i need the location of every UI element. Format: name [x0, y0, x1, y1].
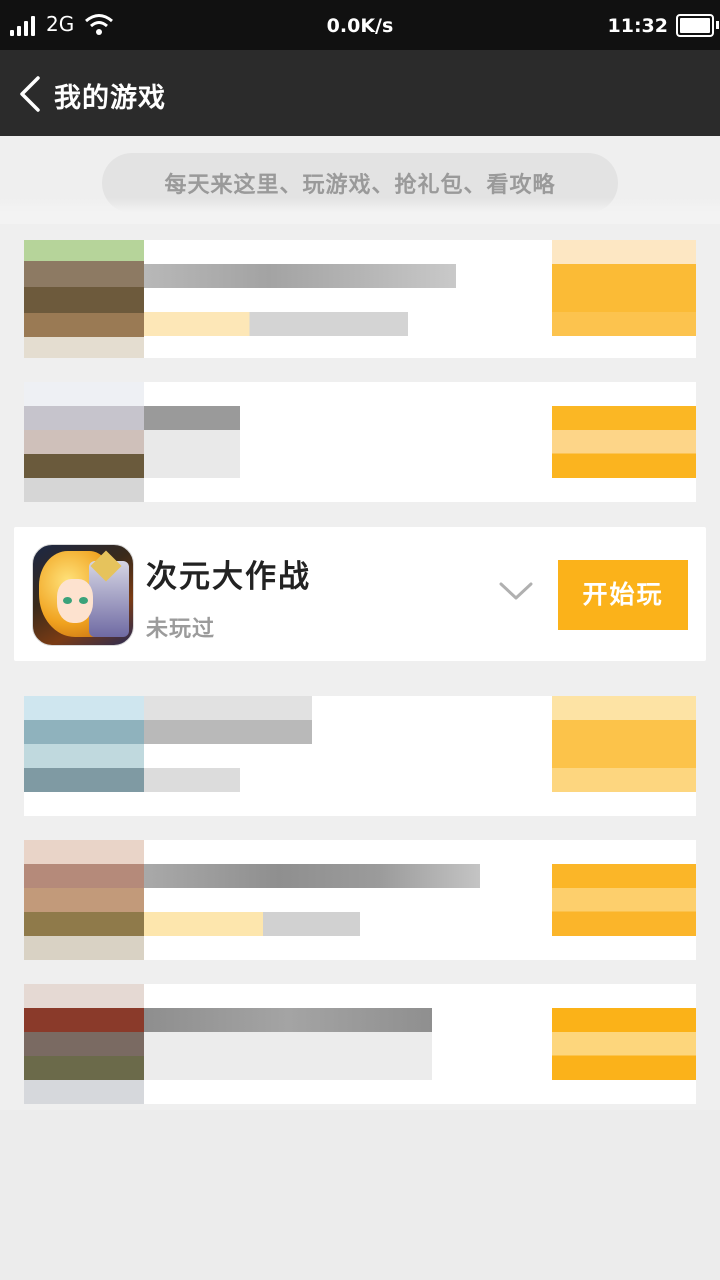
- icon-eye: [79, 597, 88, 604]
- list-item[interactable]: [24, 840, 696, 960]
- game-icon: [32, 544, 134, 646]
- game-card[interactable]: 次元大作战 未玩过 开始玩: [14, 527, 706, 661]
- status-bar: 2G 0.0K/s 11:32: [0, 0, 720, 50]
- clock: 11:32: [607, 15, 668, 37]
- game-icon: [24, 696, 144, 792]
- play-button[interactable]: [552, 696, 696, 792]
- list-item[interactable]: [24, 382, 696, 502]
- nav-bar: 我的游戏: [0, 50, 720, 136]
- game-subtitle-text: [144, 768, 240, 792]
- battery-icon: [676, 14, 714, 37]
- chevron-down-icon[interactable]: [498, 581, 534, 601]
- game-subtitle-text: [144, 430, 240, 478]
- game-icon: [24, 382, 144, 502]
- game-title-text: [144, 264, 456, 288]
- game-title-text: [144, 696, 312, 744]
- game-name: 次元大作战: [146, 559, 311, 595]
- list-item[interactable]: [24, 984, 696, 1104]
- icon-eye: [63, 597, 72, 604]
- game-icon: [24, 240, 144, 358]
- game-subtitle-text: [144, 312, 408, 336]
- back-arrow-icon[interactable]: [16, 76, 46, 112]
- page-title: 我的游戏: [54, 83, 166, 114]
- battery-nub: [716, 21, 719, 29]
- game-title-text: [144, 406, 240, 430]
- play-button[interactable]: [552, 240, 696, 336]
- game-icon: [24, 984, 144, 1104]
- game-subtitle-text: [144, 912, 360, 936]
- empty-area: [0, 1110, 720, 1280]
- play-button[interactable]: [552, 1008, 696, 1080]
- list-item[interactable]: [24, 696, 696, 816]
- game-subtitle-text: [144, 1032, 432, 1080]
- game-title-text: [144, 1008, 432, 1032]
- slogan-fade: [0, 198, 720, 224]
- play-button[interactable]: [552, 864, 696, 936]
- start-play-button[interactable]: 开始玩: [558, 560, 688, 630]
- game-title-text: [144, 864, 480, 888]
- play-button[interactable]: [552, 406, 696, 478]
- game-play-status: 未玩过: [146, 617, 216, 642]
- game-icon: [24, 840, 144, 960]
- list-item[interactable]: [24, 240, 696, 358]
